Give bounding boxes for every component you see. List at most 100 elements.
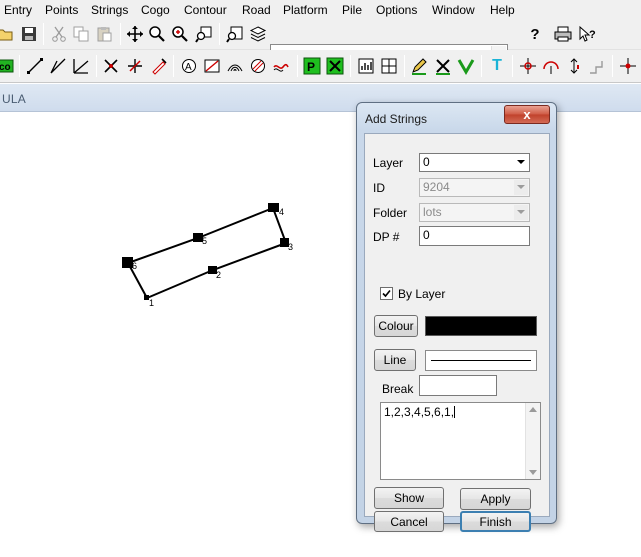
save-icon[interactable] xyxy=(18,23,40,45)
break-label: Break xyxy=(382,382,414,396)
point-label-1: 1 xyxy=(149,298,154,308)
zoom-window-icon[interactable] xyxy=(169,23,191,45)
by-layer-checkbox[interactable] xyxy=(380,287,393,300)
break-input[interactable] xyxy=(419,375,497,396)
close-icon: x xyxy=(523,107,531,122)
id-select: 9204 xyxy=(419,178,530,197)
toolbar-separator xyxy=(19,55,20,77)
point-label-5: 5 xyxy=(202,236,207,246)
label-icon[interactable]: A xyxy=(178,55,200,77)
hatch-icon[interactable] xyxy=(247,55,269,77)
help-icon[interactable]: ? xyxy=(524,23,546,45)
string-points-textarea[interactable]: 1,2,3,4,5,6,1, xyxy=(380,402,541,480)
line-style-swatch[interactable] xyxy=(425,350,537,371)
menu-window[interactable]: Window xyxy=(432,3,475,17)
apply-button[interactable]: Apply xyxy=(460,488,531,510)
snap-icon[interactable] xyxy=(517,55,539,77)
colour-button[interactable]: Colour xyxy=(374,315,418,337)
add-strings-dialog: Add Strings x Layer 0 ID 9204 Folder lot… xyxy=(356,102,557,532)
zoom-in-icon[interactable] xyxy=(146,23,168,45)
dp-input[interactable]: 0 xyxy=(419,226,530,246)
vertical-scrollbar[interactable] xyxy=(525,403,540,479)
move-point-icon[interactable] xyxy=(124,55,146,77)
table-icon[interactable] xyxy=(355,55,377,77)
menu-options[interactable]: Options xyxy=(376,3,417,17)
pan-icon[interactable] xyxy=(124,23,146,45)
toolbar-separator xyxy=(96,55,97,77)
checkmark-icon xyxy=(382,289,391,298)
menu-help[interactable]: Help xyxy=(490,3,515,17)
chevron-down-icon xyxy=(514,180,528,195)
cancel-button[interactable]: Cancel xyxy=(374,511,444,532)
layers-icon[interactable] xyxy=(247,23,269,45)
pencil-icon[interactable] xyxy=(408,55,430,77)
text-t-icon[interactable]: T xyxy=(486,55,508,77)
menu-platform[interactable]: Platform xyxy=(283,3,328,17)
menu-strings[interactable]: Strings xyxy=(91,3,128,17)
layer-select-value: 0 xyxy=(423,155,430,169)
context-help-icon[interactable]: ? xyxy=(576,23,598,45)
finish-button[interactable]: Finish xyxy=(460,511,531,532)
chevron-down-icon[interactable] xyxy=(514,155,528,170)
line-button[interactable]: Line xyxy=(374,349,416,371)
menu-road[interactable]: Road xyxy=(242,3,271,17)
point-p-icon[interactable]: P xyxy=(301,55,323,77)
dialog-body: Layer 0 ID 9204 Folder lots DP # 0 By La… xyxy=(364,133,550,532)
point-label-6: 6 xyxy=(132,261,137,271)
crosshair-icon[interactable] xyxy=(617,55,639,77)
scroll-down-icon[interactable] xyxy=(529,470,537,475)
by-layer-label: By Layer xyxy=(398,287,446,301)
scroll-up-icon[interactable] xyxy=(529,407,537,412)
menu-bar: Entry Points Strings Cogo Contour Road P… xyxy=(0,0,641,19)
open-folder-icon[interactable] xyxy=(0,23,16,45)
zoom-extents-icon[interactable] xyxy=(224,23,246,45)
perpendicular-icon[interactable] xyxy=(70,55,92,77)
toolbar-separator xyxy=(512,55,513,77)
close-button[interactable]: x xyxy=(504,105,550,124)
fill-icon[interactable] xyxy=(270,55,292,77)
delete-point-icon[interactable] xyxy=(100,55,122,77)
calc-icon[interactable] xyxy=(324,55,346,77)
line-icon[interactable] xyxy=(24,55,46,77)
string-polyline[interactable] xyxy=(126,206,288,299)
print-icon[interactable] xyxy=(552,23,574,45)
point-marker-4[interactable] xyxy=(268,203,279,212)
menu-pile[interactable]: Pile xyxy=(342,3,362,17)
copy-icon[interactable] xyxy=(70,23,92,45)
coordinate-icon[interactable]: co xyxy=(0,55,16,77)
colour-swatch[interactable] xyxy=(425,316,537,336)
toolbar-separator xyxy=(120,23,121,45)
menu-entry[interactable]: Entry xyxy=(4,3,32,17)
edit-point-icon[interactable] xyxy=(148,55,170,77)
layer-label: Layer xyxy=(373,156,404,170)
application-window: Entry Points Strings Cogo Contour Road P… xyxy=(0,0,641,557)
cut-icon[interactable] xyxy=(48,23,70,45)
show-button[interactable]: Show xyxy=(374,487,444,509)
paste-icon[interactable] xyxy=(93,23,115,45)
toolbar-separator xyxy=(404,55,405,77)
zoom-previous-icon[interactable] xyxy=(193,23,215,45)
menu-cogo[interactable]: Cogo xyxy=(141,3,170,17)
menu-points[interactable]: Points xyxy=(45,3,78,17)
symbol-icon[interactable] xyxy=(201,55,223,77)
toolbar-separator xyxy=(173,55,174,77)
dialog-title: Add Strings xyxy=(365,112,428,126)
layer-select[interactable]: 0 xyxy=(419,153,530,172)
step-icon[interactable] xyxy=(586,55,608,77)
point-label-3: 3 xyxy=(288,242,293,252)
svg-text:co: co xyxy=(0,62,11,73)
angle-icon[interactable] xyxy=(47,55,69,77)
arc-icon[interactable] xyxy=(540,55,562,77)
offset-icon[interactable] xyxy=(563,55,585,77)
grid-icon[interactable] xyxy=(378,55,400,77)
standard-toolbar: ? ? xyxy=(0,19,641,65)
toolbar-separator xyxy=(43,23,44,45)
contour-icon[interactable] xyxy=(224,55,246,77)
cross-icon[interactable] xyxy=(432,55,454,77)
svg-text:?: ? xyxy=(589,29,596,41)
point-label-2: 2 xyxy=(216,270,221,280)
menu-contour[interactable]: Contour xyxy=(184,3,227,17)
folder-select-value: lots xyxy=(423,205,442,219)
v-icon[interactable] xyxy=(455,55,477,77)
dp-label: DP # xyxy=(373,230,400,244)
